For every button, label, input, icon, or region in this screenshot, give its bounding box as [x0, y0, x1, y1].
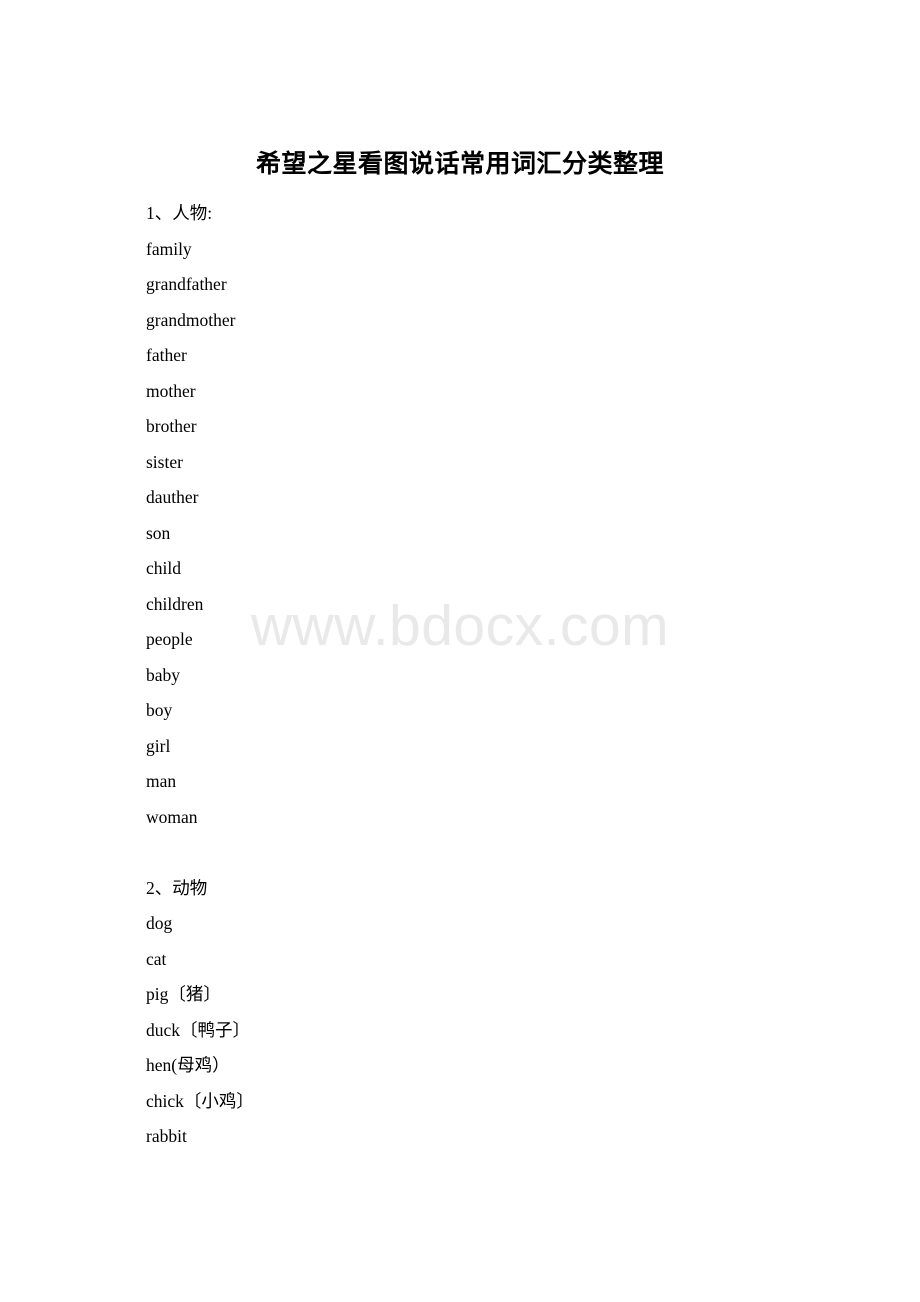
- word-item: hen(母鸡）: [146, 1055, 230, 1075]
- vocabulary-content: 1、人物: family grandfather grandmother fat…: [146, 196, 846, 1155]
- word-item: woman: [146, 806, 198, 827]
- word-item: girl: [146, 735, 171, 756]
- section-heading-people: 1、人物:: [146, 203, 213, 223]
- word-item: dog: [146, 913, 173, 933]
- word-item: pig〔猪〕: [146, 984, 221, 1004]
- word-item: baby: [146, 664, 181, 685]
- section-separator: [146, 835, 846, 871]
- section-heading-animals: 2、动物: [146, 877, 208, 898]
- word-item: brother: [146, 416, 197, 436]
- page-title: 希望之星看图说话常用词汇分类整理: [255, 151, 664, 178]
- word-item: grandmother: [146, 309, 236, 330]
- document-page: www.bdocx.com 希望之星看图说话常用词汇分类整理 1、人物: fam…: [0, 0, 920, 1302]
- word-item: family: [146, 238, 192, 259]
- word-item: son: [146, 522, 171, 543]
- word-item: chick〔小鸡〕: [146, 1090, 254, 1111]
- word-item: dauther: [146, 487, 199, 507]
- word-item: sister: [146, 451, 183, 472]
- word-item: man: [146, 771, 177, 791]
- word-item: boy: [146, 700, 173, 720]
- word-item: people: [146, 629, 193, 649]
- word-item: children: [146, 593, 204, 614]
- word-item: mother: [146, 380, 196, 401]
- word-item: cat: [146, 948, 167, 969]
- word-item: child: [146, 558, 181, 578]
- word-item: grandfather: [146, 274, 227, 294]
- word-item: rabbit: [146, 1126, 187, 1146]
- word-item: father: [146, 345, 187, 365]
- word-item: duck〔鸭子〕: [146, 1019, 251, 1040]
